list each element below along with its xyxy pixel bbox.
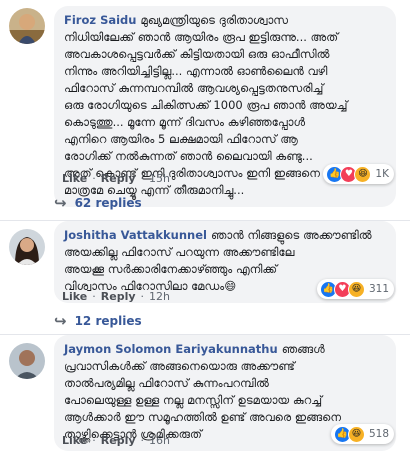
separator: · (92, 290, 96, 303)
avatar[interactable] (9, 343, 45, 379)
reactions-summary[interactable]: 👍 ♥ 😆 311 (316, 279, 394, 299)
separator: · (140, 290, 145, 303)
reply-button[interactable]: Reply (101, 172, 136, 185)
comment-author[interactable]: Jaymon Solomon Eariyakunnathu (64, 342, 278, 356)
view-replies-link[interactable]: ↪ 12 replies (54, 312, 142, 330)
comment-actions: Like · Reply · 12h (62, 290, 170, 303)
like-button[interactable]: Like (62, 172, 87, 185)
timestamp[interactable]: 16h (149, 434, 170, 447)
separator: · (92, 172, 96, 185)
avatar-image (9, 343, 45, 379)
reactions-summary[interactable]: 👍 ♥ 😆 1K (323, 164, 394, 184)
avatar[interactable] (9, 8, 45, 44)
timestamp[interactable]: 15h (149, 172, 170, 185)
avatar-image (9, 229, 45, 265)
avatar[interactable] (9, 229, 45, 265)
reactions-summary[interactable]: 👍 😆 518 (330, 424, 394, 444)
reaction-count: 311 (368, 283, 389, 295)
separator: · (140, 434, 145, 447)
comment-text: മുഖ്യമന്ത്രിയുടെ ദുരിതാശ്വാസ നിധിയിലേക്ക… (64, 13, 348, 197)
avatar-image (9, 8, 45, 44)
comment-actions: Like · Reply · 15h (62, 172, 170, 185)
like-button[interactable]: Like (62, 290, 87, 303)
separator: · (92, 434, 96, 447)
reply-button[interactable]: Reply (101, 290, 136, 303)
reply-arrow-icon: ↪ (54, 312, 67, 330)
like-button[interactable]: Like (62, 434, 87, 447)
haha-icon: 😆 (347, 280, 365, 298)
haha-icon: 😆 (354, 165, 372, 183)
comment-text: ഞങ്ങൾ പ്രവാസികൾക്ക് അങ്ങനെയൊരു അക്കൗണ്ട്… (64, 342, 341, 441)
comment-author[interactable]: Joshitha Vattakkunnel (64, 228, 207, 242)
timestamp[interactable]: 12h (149, 290, 170, 303)
comment-author[interactable]: Firoz Saidu (64, 13, 136, 27)
reaction-count: 518 (368, 428, 389, 440)
haha-icon: 😆 (347, 425, 365, 443)
reply-arrow-icon: ↪ (54, 194, 67, 212)
replies-label: 62 replies (74, 196, 142, 210)
separator: · (140, 172, 145, 185)
replies-label: 12 replies (74, 314, 142, 328)
reaction-count: 1K (375, 168, 389, 180)
comment-actions: Like · Reply · 16h (62, 434, 170, 447)
reply-button[interactable]: Reply (101, 434, 136, 447)
view-replies-link[interactable]: ↪ 62 replies (54, 194, 142, 212)
